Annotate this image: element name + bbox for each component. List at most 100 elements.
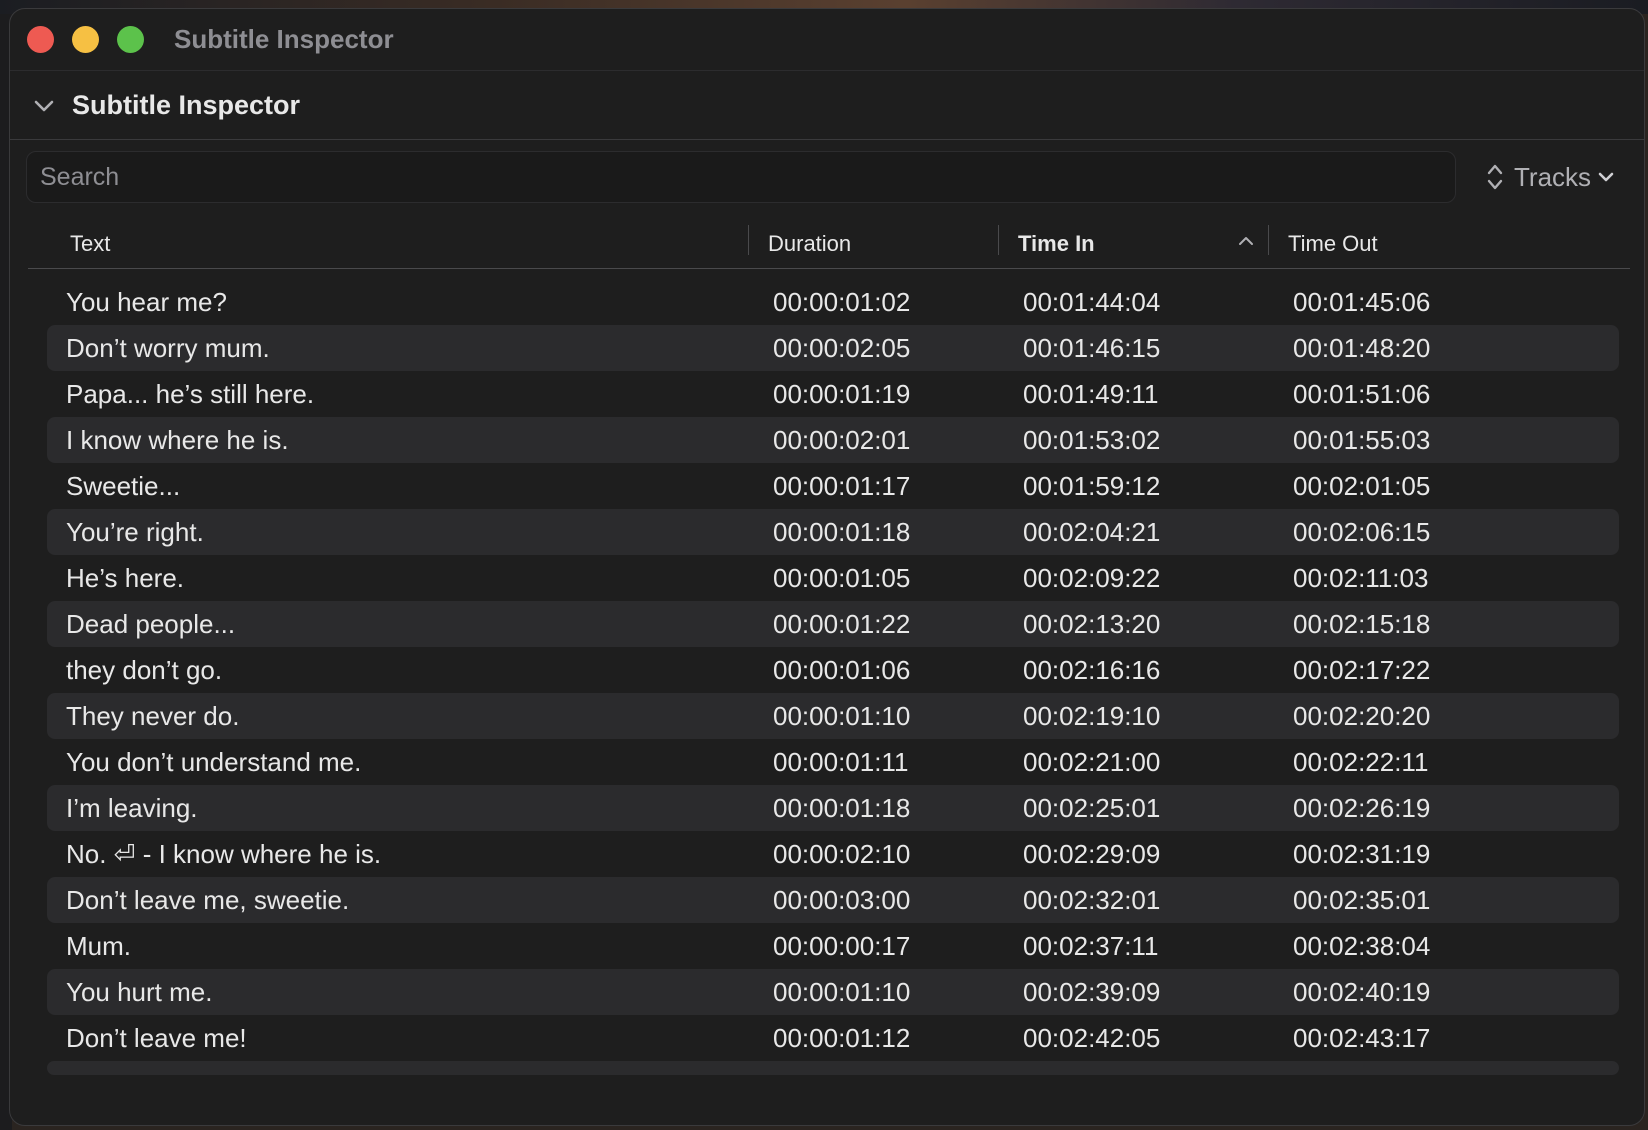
cell-time-out: 00:01:48:20 <box>1293 333 1431 363</box>
table-row[interactable]: They never do. 00:00:01:10 00:02:19:10 00:0… <box>47 693 1619 739</box>
cell-time-out: 00:02:11:03 <box>1293 563 1429 593</box>
cell-duration: 00:00:00:17 <box>773 931 911 961</box>
table-row[interactable]: No. ⏎ - I know where he is. 00:00:02:10 00… <box>47 831 1619 877</box>
column-divider[interactable] <box>748 225 749 255</box>
cell-text: You’re right. <box>66 517 204 547</box>
cell-time-out: 00:02:38:04 <box>1293 931 1431 961</box>
cell-text: They never do. <box>66 701 240 731</box>
cell-text: Sweetie... <box>66 471 181 501</box>
cell-duration: 00:00:01:10 <box>773 701 911 731</box>
cell-time-out: 00:01:55:03 <box>1293 425 1431 455</box>
cell-text: they don’t go. <box>66 655 223 685</box>
table-header: Text Duration Time In Time Out <box>28 223 1630 269</box>
cell-text: You don’t understand me. <box>66 747 362 777</box>
chevron-down-icon[interactable] <box>32 94 56 118</box>
window-controls <box>27 26 144 53</box>
cell-text: Papa... he’s still here. <box>66 379 315 409</box>
cell-time-out: 00:02:17:22 <box>1293 655 1431 685</box>
cell-duration: 00:00:01:06 <box>773 655 911 685</box>
cell-duration: 00:00:02:05 <box>773 333 911 363</box>
window-title: Subtitle Inspector <box>174 24 394 54</box>
cell-time-out: 00:02:20:20 <box>1293 701 1431 731</box>
cell-duration: 00:00:01:17 <box>773 471 911 501</box>
cell-text: No. ⏎ - I know where he is. <box>66 839 382 869</box>
cell-time-out: 00:02:35:01 <box>1293 885 1431 915</box>
cell-time-in: 00:02:37:11 <box>1023 931 1159 961</box>
table-row[interactable]: Don’t leave me, sweetie. 00:00:03:00 00:02… <box>47 877 1619 923</box>
cell-text: Don’t leave me, sweetie. <box>66 885 350 915</box>
table-row[interactable]: Don’t leave me! 00:00:01:12 00:02:42:05 00:… <box>47 1015 1619 1061</box>
table-row[interactable]: Don’t worry mum. 00:00:02:05 00:01:46:15 00… <box>47 325 1619 371</box>
cell-time-out: 00:02:06:15 <box>1293 517 1431 547</box>
column-header-text[interactable]: Text <box>70 231 110 257</box>
cell-text: I know where he is. <box>66 425 289 455</box>
table-row[interactable]: You’re right. 00:00:01:18 00:02:04:21 00:02… <box>47 509 1619 555</box>
inspector-title: Subtitle Inspector <box>72 90 301 120</box>
cell-text: You hear me? <box>66 287 227 317</box>
cell-time-in: 00:02:21:00 <box>1023 747 1161 777</box>
cell-time-in: 00:01:49:11 <box>1023 379 1159 409</box>
cell-time-in: 00:02:42:05 <box>1023 1023 1161 1053</box>
cell-duration: 00:00:03:00 <box>773 885 911 915</box>
search-row: Tracks <box>26 151 1630 203</box>
cell-duration: 00:00:02:01 <box>773 425 911 455</box>
cell-time-out: 00:01:51:06 <box>1293 379 1431 409</box>
cell-time-in: 00:02:25:01 <box>1023 793 1161 823</box>
cell-duration: 00:00:01:02 <box>773 287 911 317</box>
close-button[interactable] <box>27 26 54 53</box>
cell-time-out: 00:02:01:05 <box>1293 471 1431 501</box>
cell-duration: 00:00:01:22 <box>773 609 911 639</box>
cell-text: Dead people... <box>66 609 236 639</box>
cell-time-in: 00:02:16:16 <box>1023 655 1161 685</box>
table-row[interactable]: Sweetie... 00:00:01:17 00:01:59:12 00:02:01… <box>47 463 1619 509</box>
tracks-popup-button[interactable]: Tracks <box>1486 151 1614 203</box>
table-row[interactable]: Papa... he’s still here. 00:00:01:19 00:01… <box>47 371 1619 417</box>
cell-time-in: 00:02:39:09 <box>1023 977 1161 1007</box>
subtitle-table-body: You hear me? 00:00:01:02 00:01:44:04 00:01:… <box>47 279 1619 1075</box>
cell-time-out: 00:02:15:18 <box>1293 609 1431 639</box>
cell-text: Mum. <box>66 931 131 961</box>
column-header-duration[interactable]: Duration <box>768 231 851 257</box>
cell-text: He’s here. <box>66 563 185 593</box>
cell-time-in: 00:02:09:22 <box>1023 563 1161 593</box>
inspector-header[interactable]: Subtitle Inspector <box>10 72 1644 140</box>
table-row[interactable]: they don’t go. 00:00:01:06 00:02:16:16 00:0… <box>47 647 1619 693</box>
minimize-button[interactable] <box>72 26 99 53</box>
zoom-button[interactable] <box>117 26 144 53</box>
cell-time-in: 00:02:04:21 <box>1023 517 1161 547</box>
chevron-down-icon <box>1598 172 1614 182</box>
search-input[interactable] <box>27 152 1455 202</box>
cell-time-out: 00:02:40:19 <box>1293 977 1431 1007</box>
column-divider[interactable] <box>1268 225 1269 255</box>
cell-duration: 00:00:02:10 <box>773 839 911 869</box>
search-field[interactable] <box>26 151 1456 203</box>
table-row[interactable]: Dead people... 00:00:01:22 00:02:13:20 00:0… <box>47 601 1619 647</box>
cell-duration: 00:00:01:05 <box>773 563 911 593</box>
cell-time-out: 00:02:31:19 <box>1293 839 1431 869</box>
cell-time-in: 00:01:53:02 <box>1023 425 1161 455</box>
cell-text: Don’t leave me! <box>66 1023 247 1053</box>
cell-duration: 00:00:01:19 <box>773 379 911 409</box>
table-row[interactable]: You don’t understand me. 00:00:01:11 00:02… <box>47 739 1619 785</box>
cell-duration: 00:00:01:11 <box>773 747 909 777</box>
cell-duration: 00:00:01:18 <box>773 517 911 547</box>
table-row[interactable]: Mum. 00:00:00:17 00:02:37:11 00:02:38:04 <box>47 923 1619 969</box>
column-header-time-in[interactable]: Time In <box>1018 231 1095 257</box>
cell-time-in: 00:02:13:20 <box>1023 609 1161 639</box>
table-row-partial[interactable] <box>47 1061 1619 1075</box>
table-row[interactable]: He’s here. 00:00:01:05 00:02:09:22 00:02:11… <box>47 555 1619 601</box>
cell-time-out: 00:02:43:17 <box>1293 1023 1431 1053</box>
chevron-up-icon <box>1239 237 1253 245</box>
table-row[interactable]: You hurt me. 00:00:01:10 00:02:39:09 00:02:… <box>47 969 1619 1015</box>
table-row[interactable]: I’m leaving. 00:00:01:18 00:02:25:01 00:02:… <box>47 785 1619 831</box>
cell-time-in: 00:01:46:15 <box>1023 333 1161 363</box>
table-row[interactable]: I know where he is. 00:00:02:01 00:01:53:0… <box>47 417 1619 463</box>
cell-duration: 00:00:01:12 <box>773 1023 911 1053</box>
cell-time-in: 00:02:32:01 <box>1023 885 1161 915</box>
table-row[interactable]: You hear me? 00:00:01:02 00:01:44:04 00:01:… <box>47 279 1619 325</box>
cell-time-in: 00:01:44:04 <box>1023 287 1161 317</box>
column-header-time-out[interactable]: Time Out <box>1288 231 1378 257</box>
cell-time-in: 00:02:19:10 <box>1023 701 1161 731</box>
column-divider[interactable] <box>998 225 999 255</box>
cell-text: You hurt me. <box>66 977 213 1007</box>
